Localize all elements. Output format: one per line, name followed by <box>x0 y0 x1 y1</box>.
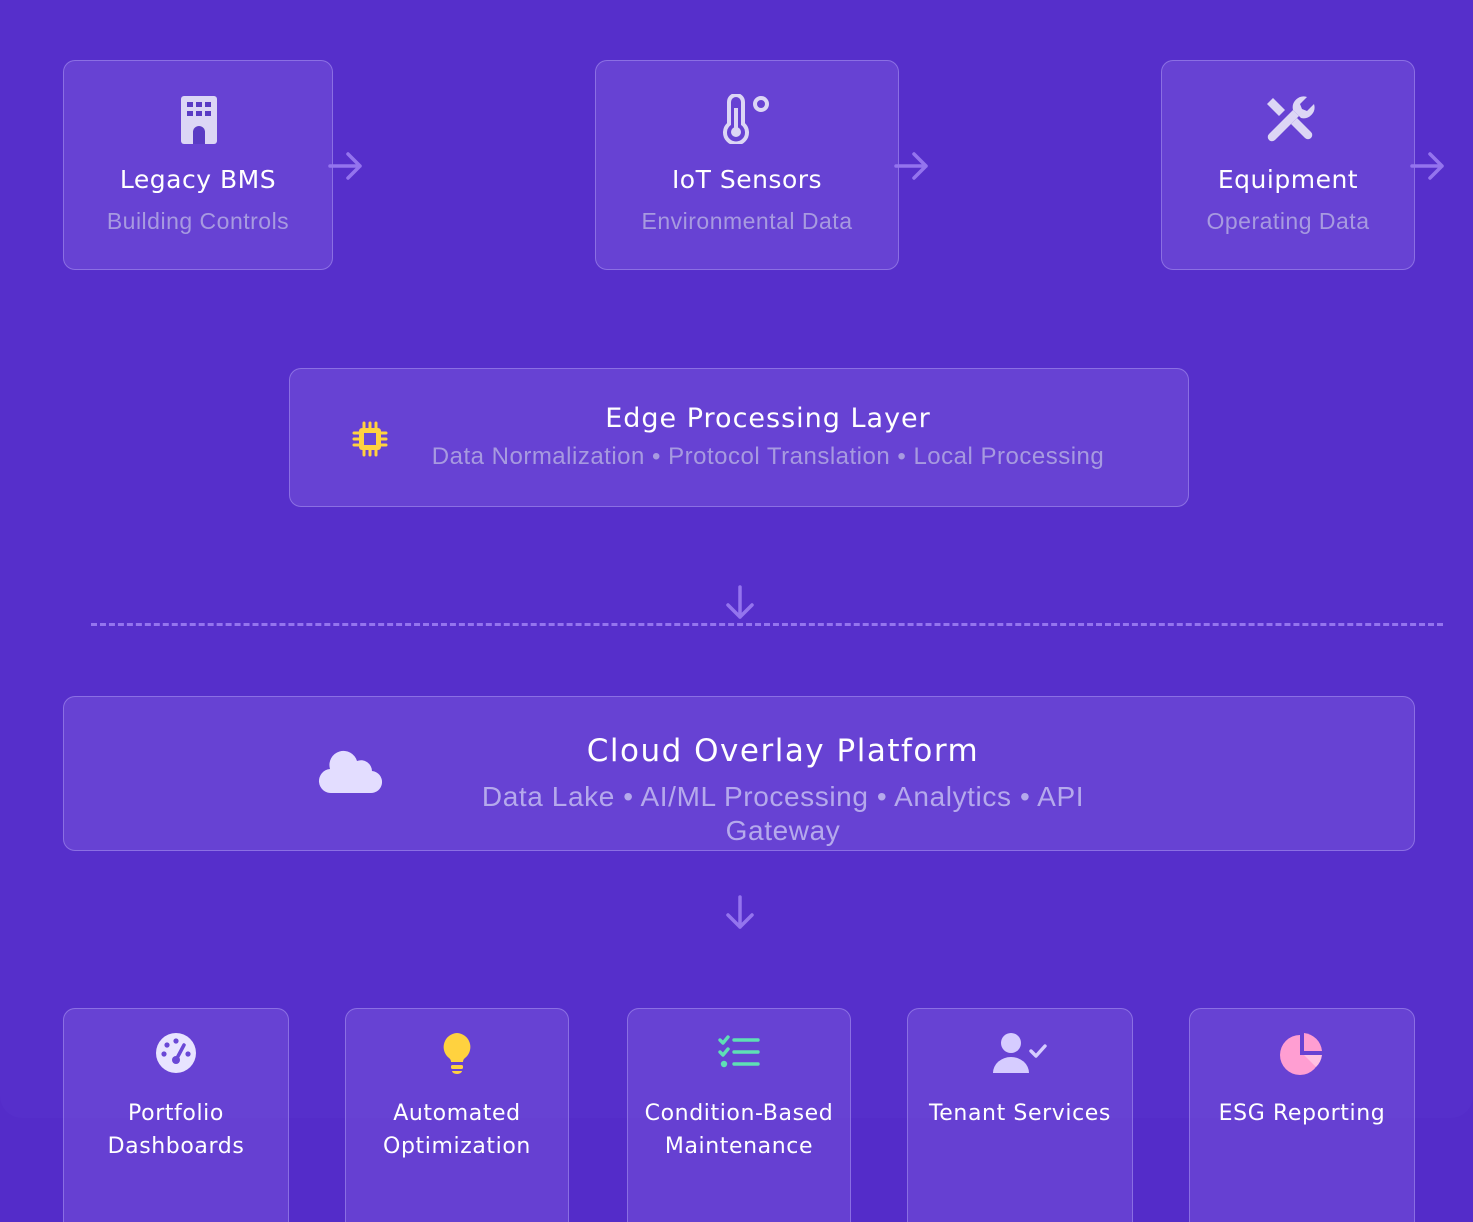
user-check-icon <box>993 1033 1047 1073</box>
cloud-title: Cloud Overlay Platform <box>586 733 980 769</box>
source-subtitle: Operating Data <box>1206 208 1370 234</box>
diagram-canvas: Legacy BMS Building Controls IoT Sensors… <box>0 0 1473 1222</box>
arrow-down-icon <box>726 585 754 619</box>
thermometer-icon <box>723 94 769 144</box>
edge-processing-card: Edge Processing Layer Data Normalization… <box>289 368 1189 507</box>
arrow-right-icon <box>894 152 928 180</box>
tools-icon <box>1267 96 1315 142</box>
edge-subtitle: Data Normalization • Protocol Translatio… <box>431 443 1105 470</box>
arrow-down-icon <box>726 895 754 929</box>
checklist-icon <box>718 1035 760 1068</box>
output-title: Condition-Based Maintenance <box>644 1101 834 1159</box>
output-title: Portfolio Dashboards <box>107 1101 245 1159</box>
pie-chart-icon <box>1280 1033 1322 1075</box>
output-card-automated-optimization: Automated Optimization <box>345 1008 569 1222</box>
cloud-platform-card: Cloud Overlay Platform Data Lake • AI/ML… <box>63 696 1415 851</box>
source-card-legacy-bms: Legacy BMS Building Controls <box>63 60 333 270</box>
building-icon <box>181 96 217 144</box>
output-card-esg-reporting: ESG Reporting <box>1189 1008 1415 1222</box>
source-subtitle: Environmental Data <box>641 208 853 234</box>
arrow-right-icon <box>1410 152 1444 180</box>
edge-cloud-divider <box>91 623 1443 626</box>
source-subtitle: Building Controls <box>106 208 290 234</box>
output-card-condition-based-maintenance: Condition-Based Maintenance <box>627 1008 851 1222</box>
lightbulb-icon <box>443 1033 471 1074</box>
cloud-subtitle-line1: Data Lake • AI/ML Processing • Analytics… <box>481 781 1085 812</box>
cloud-icon <box>319 750 382 794</box>
cloud-subtitle-line2: Gateway <box>725 815 841 846</box>
gauge-icon <box>156 1033 196 1073</box>
output-card-tenant-services: Tenant Services <box>907 1008 1133 1222</box>
arrow-right-icon <box>328 152 362 180</box>
source-title: IoT Sensors <box>671 165 823 194</box>
output-card-portfolio-dashboards: Portfolio Dashboards <box>63 1008 289 1222</box>
source-title: Legacy BMS <box>119 165 277 194</box>
output-title: Tenant Services <box>929 1101 1111 1126</box>
output-title: ESG Reporting <box>1218 1101 1386 1126</box>
edge-title: Edge Processing Layer <box>605 403 931 434</box>
source-card-equipment: Equipment Operating Data <box>1161 60 1415 270</box>
source-card-iot-sensors: IoT Sensors Environmental Data <box>595 60 899 270</box>
source-title: Equipment <box>1217 165 1359 194</box>
output-title: Automated Optimization <box>383 1101 531 1159</box>
